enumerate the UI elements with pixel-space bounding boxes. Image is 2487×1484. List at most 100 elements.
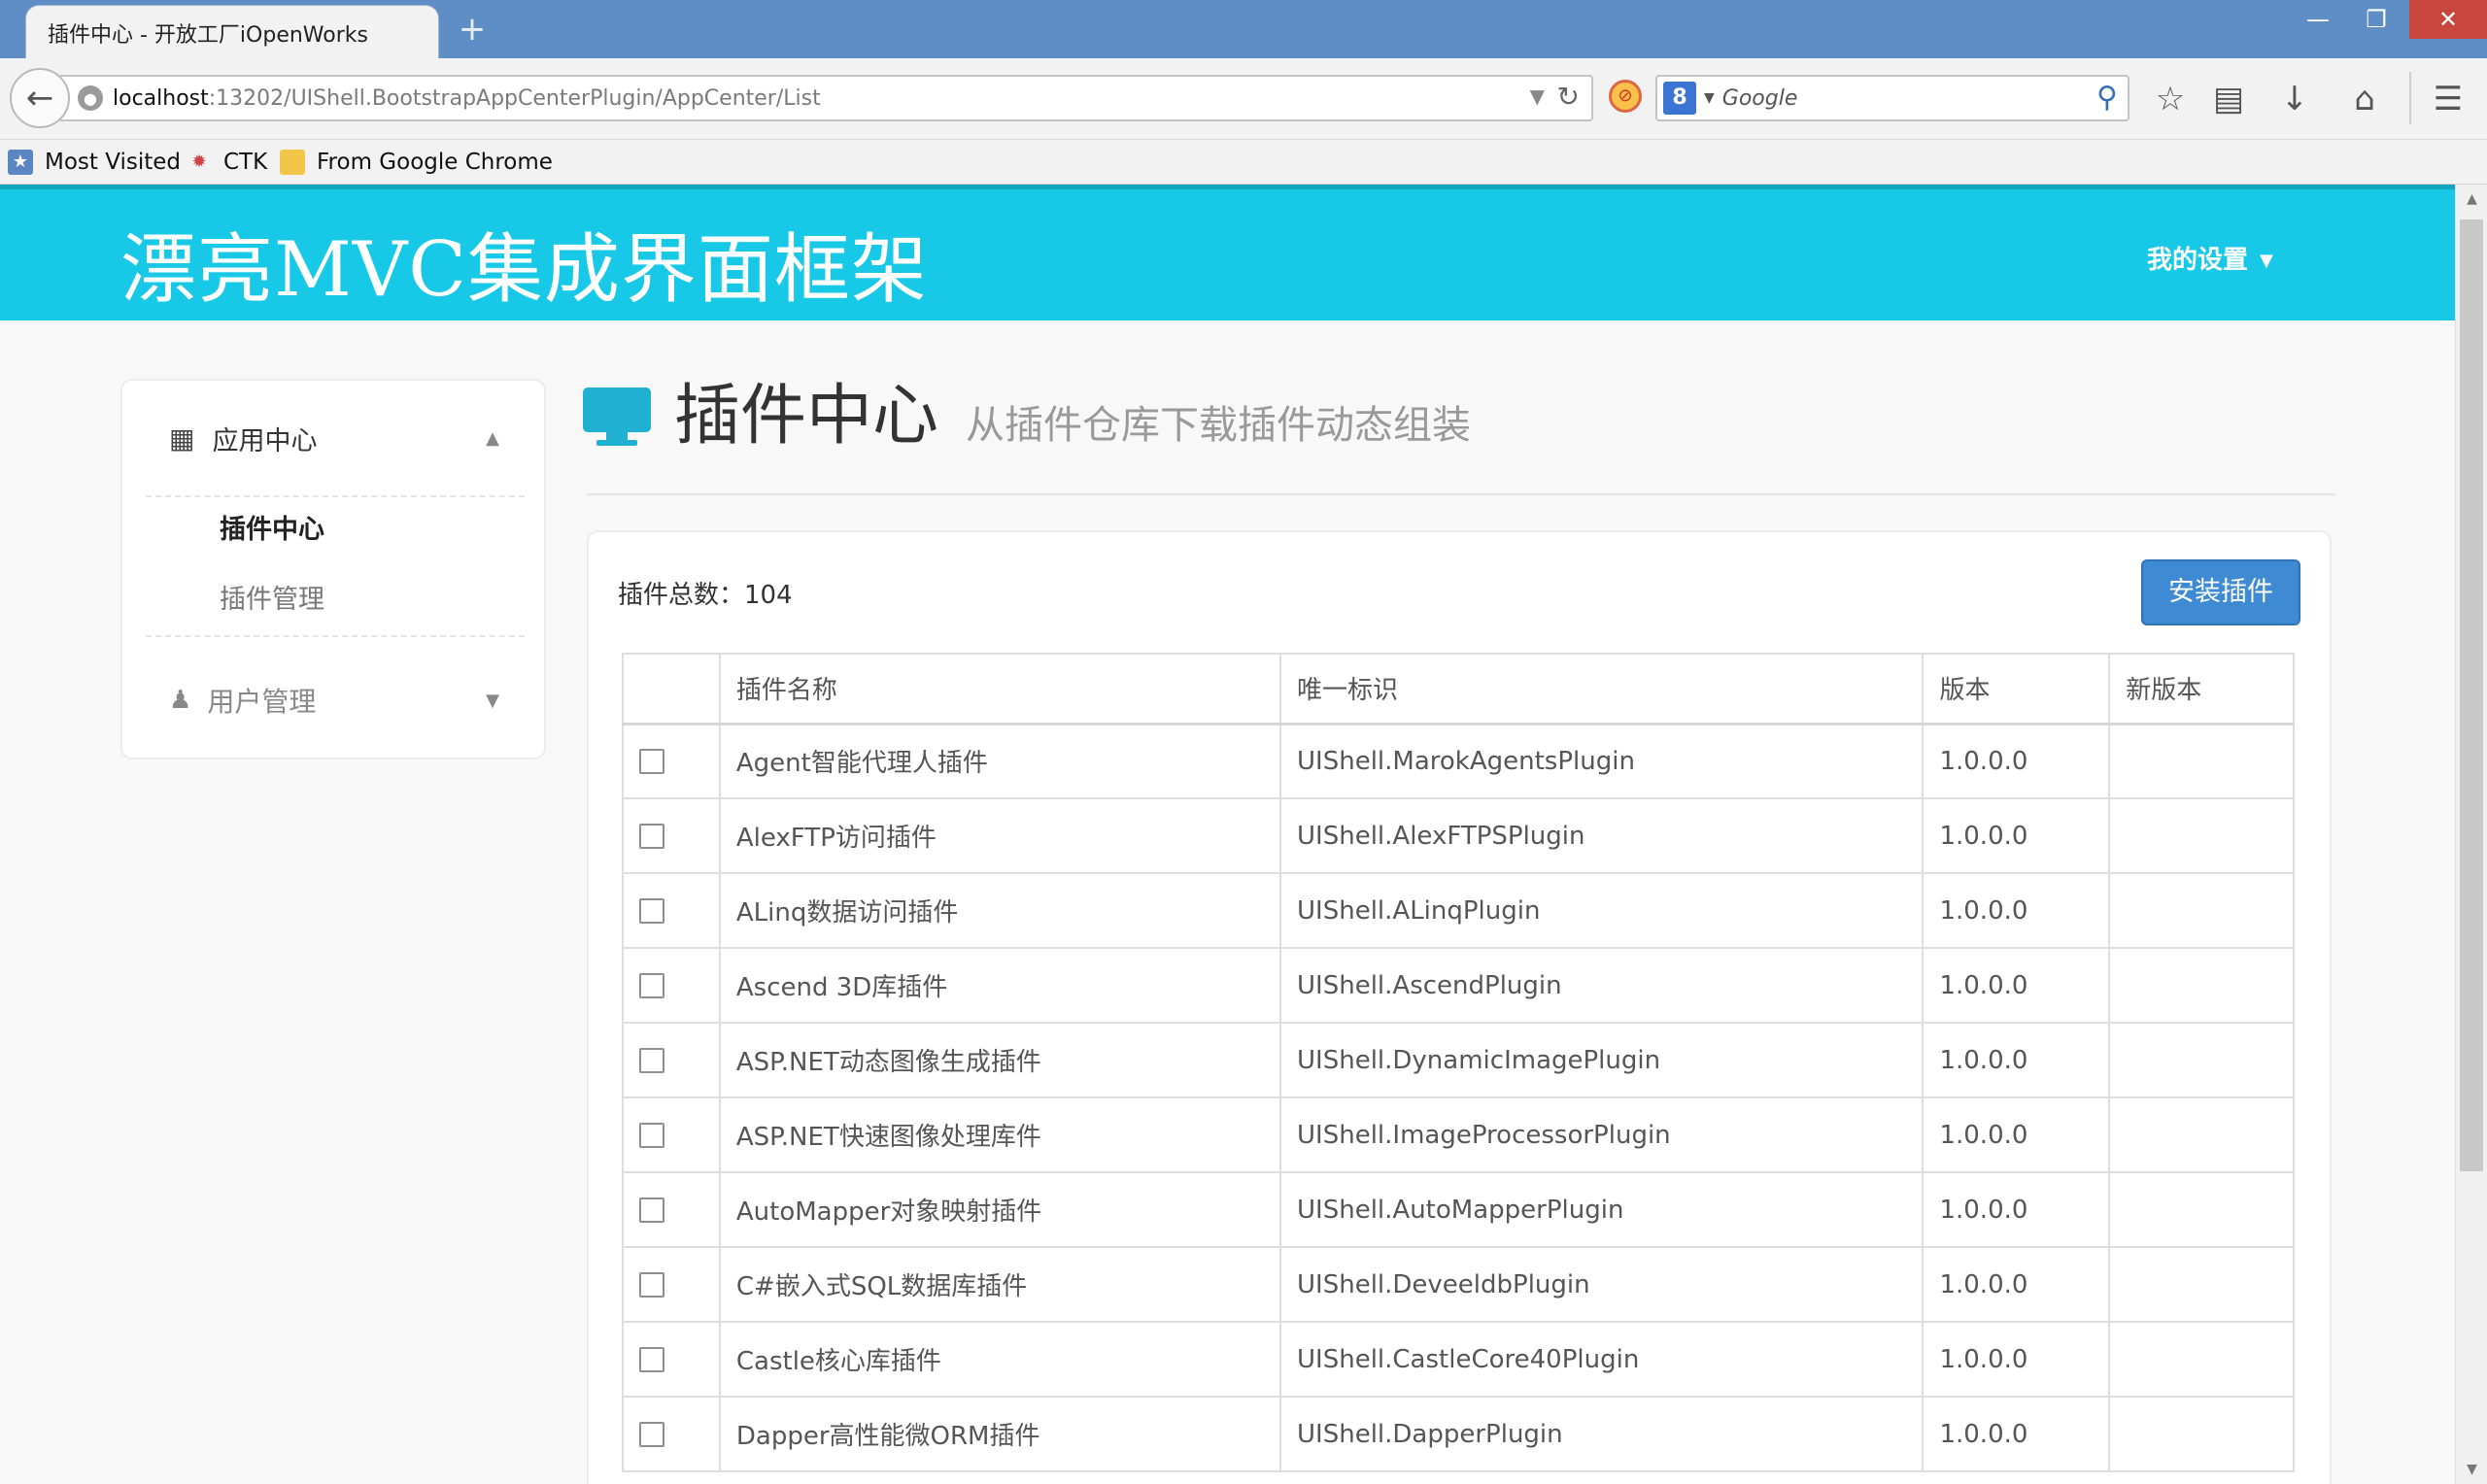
sidebar: ▦ 应用中心 ▲ 插件中心 插件管理 ♟ 用户管理 ▼ xyxy=(120,379,546,759)
plugin-name-cell: Agent智能代理人插件 xyxy=(718,723,1282,799)
row-checkbox[interactable] xyxy=(639,1123,664,1148)
page-scrollbar[interactable]: ▲ ▼ xyxy=(2455,185,2487,1484)
plugin-id-cell: UIShell.MarokAgentsPlugin xyxy=(1279,723,1925,799)
scroll-up-icon[interactable]: ▲ xyxy=(2456,185,2487,214)
row-checkbox[interactable] xyxy=(639,1347,664,1372)
row-checkbox[interactable] xyxy=(639,898,664,924)
plugin-new-version-cell xyxy=(2108,1246,2295,1323)
plugin-id-cell: UIShell.DynamicImagePlugin xyxy=(1279,1022,1925,1098)
plugin-id-cell: UIShell.ALinqPlugin xyxy=(1279,872,1925,949)
plugin-version-cell: 1.0.0.0 xyxy=(1922,723,2111,799)
bookmark-star-icon[interactable]: ☆ xyxy=(2149,78,2192,120)
browser-tab[interactable]: 插件中心 - 开放工厂iOpenWorks xyxy=(25,5,439,59)
site-brand[interactable]: 漂亮MVC集成界面框架 xyxy=(120,209,928,318)
maximize-button[interactable]: ❐ xyxy=(2347,0,2405,39)
sidebar-item-plugin-center[interactable]: 插件中心 xyxy=(146,495,525,565)
plugin-new-version-cell xyxy=(2108,1396,2295,1472)
sidebar-group-title: 应用中心 xyxy=(212,425,318,456)
row-checkbox[interactable] xyxy=(639,1422,664,1447)
plugin-id-cell: UIShell.DeveeldbPlugin xyxy=(1279,1246,1925,1323)
close-window-button[interactable]: ✕ xyxy=(2409,0,2487,39)
row-checkbox-cell xyxy=(622,1022,721,1098)
url-host: localhost xyxy=(113,85,209,111)
engine-dropdown-icon[interactable]: ▼ xyxy=(1704,90,1715,106)
plugin-new-version-cell xyxy=(2108,872,2295,949)
plugin-table: 插件名称 唯一标识 版本 新版本 Agent智能代理人插件 UIShell.Mar… xyxy=(622,653,2295,1472)
minimize-button[interactable]: — xyxy=(2289,0,2347,39)
header-name[interactable]: 插件名称 xyxy=(718,653,1282,725)
install-plugin-button[interactable]: 安装插件 xyxy=(2141,559,2300,625)
plugin-new-version-cell xyxy=(2108,1096,2295,1173)
scroll-down-icon[interactable]: ▼ xyxy=(2456,1455,2487,1484)
globe-icon: ● xyxy=(78,85,103,111)
table-row[interactable]: ALinq数据访问插件 UIShell.ALinqPlugin 1.0.0.0 xyxy=(622,872,2295,949)
sidebar-group-user-management[interactable]: ♟ 用户管理 ▼ xyxy=(146,647,525,754)
plugin-version-cell: 1.0.0.0 xyxy=(1922,797,2111,874)
row-checkbox-cell xyxy=(622,1171,721,1248)
row-checkbox[interactable] xyxy=(639,1272,664,1298)
row-checkbox[interactable] xyxy=(639,749,664,775)
plugin-name-cell: Dapper高性能微ORM插件 xyxy=(718,1396,1282,1472)
plugin-version-cell: 1.0.0.0 xyxy=(1922,872,2111,949)
bookmarks-toolbar: ★ Most Visited ✹ CTK From Google Chrome xyxy=(0,140,2487,185)
table-row[interactable]: ASP.NET快速图像处理库件 UIShell.ImageProcessorPlu… xyxy=(622,1096,2295,1173)
table-row[interactable]: Agent智能代理人插件 UIShell.MarokAgentsPlugin 1.0… xyxy=(622,723,2295,799)
table-row[interactable]: AlexFTP访问插件 UIShell.AlexFTPSPlugin 1.0.0.0 xyxy=(622,797,2295,874)
plugin-version-cell: 1.0.0.0 xyxy=(1922,1321,2111,1398)
site-header: 漂亮MVC集成界面框架 我的设置 ▼ xyxy=(0,185,2455,320)
bookmark-most-visited[interactable]: ★ Most Visited xyxy=(8,146,181,179)
plugin-version-cell: 1.0.0.0 xyxy=(1922,1171,2111,1248)
header-id[interactable]: 唯一标识 xyxy=(1279,653,1925,725)
plugin-name-cell: AutoMapper对象映射插件 xyxy=(718,1171,1282,1248)
toolbar-divider xyxy=(2409,72,2411,124)
row-checkbox[interactable] xyxy=(639,1048,664,1073)
bookmarks-menu-icon[interactable]: ▤ xyxy=(2207,78,2250,120)
downloads-icon[interactable]: ↓ xyxy=(2273,78,2316,120)
search-input[interactable]: 8 ▼ Google ⚲ xyxy=(1655,75,2129,121)
table-row[interactable]: Ascend 3D库插件 UIShell.AscendPlugin 1.0.0.0 xyxy=(622,947,2295,1024)
caret-down-icon: ▼ xyxy=(2260,251,2273,271)
plugin-name-cell: ASP.NET快速图像处理库件 xyxy=(718,1096,1282,1173)
scrollbar-thumb[interactable] xyxy=(2460,219,2483,1171)
row-checkbox-cell xyxy=(622,797,721,874)
plugin-new-version-cell xyxy=(2108,1321,2295,1398)
table-row[interactable]: Castle核心库插件 UIShell.CastleCore40Plugin 1.0… xyxy=(622,1321,2295,1398)
back-button[interactable]: ← xyxy=(10,68,70,128)
menu-icon[interactable]: ☰ xyxy=(2427,78,2470,120)
noscript-icon[interactable]: ⊘ xyxy=(1609,80,1642,113)
sidebar-item-plugin-management[interactable]: 插件管理 xyxy=(146,565,525,635)
table-row[interactable]: Dapper高性能微ORM插件 UIShell.DapperPlugin 1.0.0… xyxy=(622,1396,2295,1472)
plugin-new-version-cell xyxy=(2108,1171,2295,1248)
row-checkbox-cell xyxy=(622,872,721,949)
bookmark-from-google-chrome[interactable]: From Google Chrome xyxy=(280,146,553,179)
page-subtitle: 从插件仓库下载插件动态组装 xyxy=(966,403,1472,448)
new-tab-button[interactable]: + xyxy=(455,12,490,47)
row-checkbox[interactable] xyxy=(639,824,664,849)
settings-dropdown[interactable]: 我的设置 ▼ xyxy=(2147,240,2273,276)
divider xyxy=(587,493,2335,495)
bookmark-label: Most Visited xyxy=(45,150,181,175)
chevron-up-icon: ▲ xyxy=(486,427,499,449)
chevron-down-icon: ▼ xyxy=(486,690,499,711)
google-icon[interactable]: 8 xyxy=(1663,82,1696,115)
reload-icon[interactable]: ↻ xyxy=(1557,81,1580,113)
sidebar-group-header[interactable]: ▦ 应用中心 ▲ xyxy=(146,381,525,495)
search-icon[interactable]: ⚲ xyxy=(2096,81,2118,115)
table-row[interactable]: ASP.NET动态图像生成插件 UIShell.DynamicImagePlugi… xyxy=(622,1022,2295,1098)
row-checkbox[interactable] xyxy=(639,1197,664,1223)
history-dropdown-icon[interactable]: ▼ xyxy=(1530,84,1545,108)
home-icon[interactable]: ⌂ xyxy=(2343,78,2386,120)
search-placeholder: Google xyxy=(1721,85,1798,111)
plugin-name-cell: ASP.NET动态图像生成插件 xyxy=(718,1022,1282,1098)
row-checkbox-cell xyxy=(622,1396,721,1472)
table-row[interactable]: AutoMapper对象映射插件 UIShell.AutoMapperPlugin… xyxy=(622,1171,2295,1248)
url-path: :13202/UIShell.BootstrapAppCenterPlugin/… xyxy=(208,85,821,111)
table-row[interactable]: C#嵌入式SQL数据库插件 UIShell.DeveeldbPlugin 1.0.0… xyxy=(622,1246,2295,1323)
header-new-version[interactable]: 新版本 xyxy=(2108,653,2295,725)
row-checkbox-cell xyxy=(622,723,721,799)
row-checkbox[interactable] xyxy=(639,973,664,998)
plugin-id-cell: UIShell.CastleCore40Plugin xyxy=(1279,1321,1925,1398)
header-version[interactable]: 版本 xyxy=(1922,653,2111,725)
bookmark-ctk[interactable]: ✹ CTK xyxy=(187,146,267,179)
address-bar[interactable]: ● localhost:13202/UIShell.BootstrapAppCe… xyxy=(60,75,1593,121)
